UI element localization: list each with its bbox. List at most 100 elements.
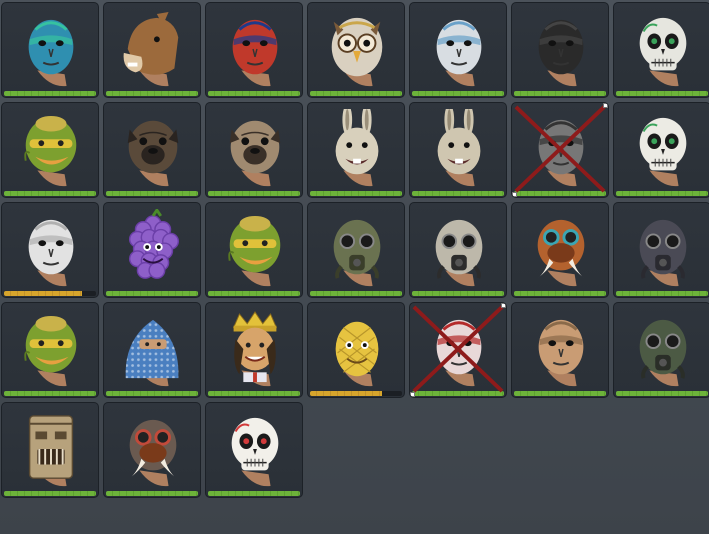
durability-bar	[310, 291, 402, 296]
gas-mask-icon	[333, 219, 381, 287]
inventory-slot-gas-mask[interactable]	[307, 202, 405, 298]
durability-fill	[106, 491, 198, 496]
durability-fill	[616, 391, 708, 396]
inventory-slot-grape-mask[interactable]	[103, 202, 201, 298]
durability-bar	[310, 91, 402, 96]
durability-bar	[106, 391, 198, 396]
inventory-slot-crossed-out-mask[interactable]	[511, 102, 609, 198]
horse-mask-icon	[123, 12, 179, 87]
inventory-slot-green-lizard-mask[interactable]	[1, 102, 99, 198]
selection-handle	[603, 103, 608, 108]
durability-fill	[4, 391, 96, 396]
selection-handle	[512, 192, 517, 197]
green-lizard-mask-2-icon	[228, 215, 281, 287]
durability-fill	[106, 191, 198, 196]
inventory-slot-blue-tribal-mask[interactable]	[1, 2, 99, 98]
selection-handle	[410, 392, 415, 397]
durability-fill	[310, 191, 402, 196]
durability-fill	[310, 91, 402, 96]
durability-fill	[106, 391, 198, 396]
durability-bar	[616, 91, 708, 96]
durability-bar	[514, 191, 606, 196]
inventory-slot-sugar-skull-mask[interactable]	[205, 402, 303, 498]
pineapple-mask-icon	[335, 321, 379, 387]
durability-bar	[514, 391, 606, 396]
durability-fill	[616, 191, 708, 196]
inventory-slot-king-mask[interactable]	[205, 302, 303, 398]
inventory-slot-aviator-mask[interactable]	[511, 302, 609, 398]
durability-bar	[412, 291, 504, 296]
inventory-slot-flag-paint-mask[interactable]	[205, 2, 303, 98]
inventory-slot-horse-mask[interactable]	[103, 2, 201, 98]
durability-fill	[514, 291, 606, 296]
inventory-slot-yeti-mask[interactable]	[1, 202, 99, 298]
pug-mask-light-icon	[229, 120, 281, 187]
durability-fill	[310, 291, 402, 296]
owl-mask-icon	[331, 17, 383, 87]
durability-bar	[106, 491, 198, 496]
inventory-slot-skull-mask-2[interactable]	[613, 102, 709, 198]
durability-bar	[514, 91, 606, 96]
durability-fill	[4, 491, 96, 496]
skull-mask-icon	[639, 17, 687, 87]
inventory-slot-green-lizard-mask-3[interactable]	[1, 302, 99, 398]
grape-mask-icon	[128, 209, 180, 279]
durability-fill	[616, 291, 708, 296]
skull-mask-2-icon	[639, 117, 687, 187]
inventory-slot-pug-mask-light[interactable]	[205, 102, 303, 198]
blue-tribal-mask-icon	[28, 19, 74, 87]
inventory-slot-green-lizard-mask-2[interactable]	[205, 202, 303, 298]
inventory-slot-walrus-mask[interactable]	[511, 202, 609, 298]
durability-fill	[514, 91, 606, 96]
durability-fill	[208, 291, 300, 296]
inventory-slot-crossed-out-demon-mask[interactable]	[409, 302, 507, 398]
tusk-gas-mask-icon	[129, 419, 177, 487]
inventory-slot-tiki-mask[interactable]	[1, 402, 99, 498]
inventory-slot-bandana-mask[interactable]	[103, 302, 201, 398]
durability-bar	[106, 91, 198, 96]
yeti-mask-icon	[28, 219, 74, 287]
inventory-slot-white-ape-mask[interactable]	[409, 2, 507, 98]
inventory-slot-skull-mask[interactable]	[613, 2, 709, 98]
durability-fill	[616, 91, 708, 96]
inventory-slot-black-face-mask[interactable]	[511, 2, 609, 98]
durability-bar	[412, 191, 504, 196]
skull-gas-mask-icon	[435, 219, 483, 287]
durability-bar	[4, 91, 96, 96]
crossed-out-mask-icon	[538, 119, 584, 187]
durability-fill	[514, 191, 606, 196]
inventory-slot-pineapple-mask[interactable]	[307, 302, 405, 398]
inventory-slot-pug-mask-dark[interactable]	[103, 102, 201, 198]
durability-fill	[310, 391, 382, 396]
durability-fill	[4, 91, 96, 96]
bandana-mask-icon	[125, 319, 179, 387]
mask-inventory-grid	[1, 2, 709, 498]
durability-bar	[106, 291, 198, 296]
durability-bar	[208, 391, 300, 396]
durability-bar	[106, 191, 198, 196]
durability-bar	[208, 191, 300, 196]
aviator-mask-icon	[538, 319, 584, 387]
inventory-slot-dark-gas-mask-2[interactable]	[613, 302, 709, 398]
durability-bar	[208, 91, 300, 96]
inventory-slot-skull-gas-mask[interactable]	[409, 202, 507, 298]
inventory-slot-tusk-gas-mask[interactable]	[103, 402, 201, 498]
durability-fill	[412, 291, 504, 296]
green-lizard-mask-icon	[24, 115, 77, 187]
inventory-slot-owl-mask[interactable]	[307, 2, 405, 98]
sugar-skull-mask-icon	[231, 417, 279, 487]
durability-fill	[4, 191, 96, 196]
inventory-slot-dark-gas-mask[interactable]	[613, 202, 709, 298]
king-mask-icon	[232, 311, 278, 387]
durability-fill	[208, 91, 300, 96]
durability-bar	[616, 391, 708, 396]
durability-bar	[208, 491, 300, 496]
durability-fill	[208, 191, 300, 196]
durability-fill	[412, 191, 504, 196]
inventory-slot-bunny-mask[interactable]	[307, 102, 405, 198]
durability-bar	[208, 291, 300, 296]
durability-fill	[106, 291, 198, 296]
bunny-mask-icon	[335, 109, 379, 187]
durability-bar	[412, 391, 504, 396]
inventory-slot-bunny-mask-2[interactable]	[409, 102, 507, 198]
